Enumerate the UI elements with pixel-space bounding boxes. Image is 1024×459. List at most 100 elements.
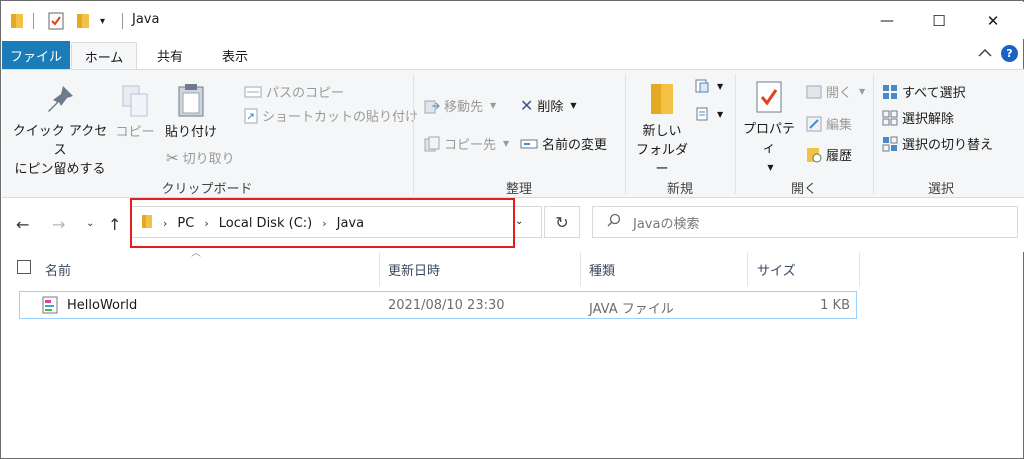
new-item-icon (695, 79, 709, 93)
rename-label: 名前の変更 (542, 138, 608, 153)
address-highlight-box (130, 198, 515, 248)
clipboard-group-label: クリップボード (161, 182, 253, 197)
edit-icon (806, 116, 822, 131)
table-row[interactable]: HelloWorld 2021/08/10 23:30 JAVA ファイル 1 … (19, 291, 857, 319)
file-size: 1 KB (820, 298, 850, 313)
paste-shortcut-label: ショートカットの貼り付け (262, 110, 419, 125)
select-none-button[interactable]: 選択解除 (882, 108, 954, 127)
organize-group-label: 整理 (505, 182, 532, 197)
delete-x-icon: ✕ (520, 96, 534, 115)
edit-button[interactable]: 編集 (806, 114, 852, 133)
invert-selection-icon (882, 136, 898, 151)
file-type: JAVA ファイル (589, 302, 674, 317)
scissors-icon: ✂ (166, 148, 179, 167)
select-all-button[interactable]: すべて選択 (882, 82, 966, 101)
paste-button[interactable]: 貼り付け (162, 82, 220, 142)
new-group-label: 新規 (666, 182, 693, 197)
delete-button[interactable]: ✕ 削除 ▼ (520, 96, 577, 115)
file-name: HelloWorld (67, 298, 138, 313)
search-input[interactable]: Javaの検索 (592, 206, 1018, 238)
select-all-checkbox[interactable] (17, 260, 31, 274)
search-icon (607, 213, 621, 231)
title-bar: ▾ Java — ☐ ✕ (2, 2, 1024, 39)
copy-to-icon (424, 136, 440, 151)
tab-file[interactable]: ファイル (2, 41, 70, 69)
properties-quick-icon[interactable] (48, 11, 64, 31)
properties-label: プロパティ (742, 122, 795, 156)
easy-access-button[interactable]: ▼ (694, 106, 723, 122)
explorer-window: ▾ Java — ☐ ✕ ファイル ホーム 共有 表示 ? クイック アクセス … (0, 0, 1024, 459)
history-button[interactable]: 履歴 (806, 145, 852, 164)
pin-icon (48, 86, 73, 112)
select-group-label: 選択 (927, 182, 954, 197)
copy-to-label: コピー先 (444, 138, 497, 153)
copy-path-icon (244, 86, 262, 97)
properties-button[interactable]: プロパティ ▼ (738, 80, 800, 177)
easy-access-icon (696, 107, 708, 121)
cut-label: 切り取り (182, 152, 235, 167)
new-folder-button[interactable]: 新しい フォルダー (632, 80, 692, 179)
tab-home[interactable]: ホーム (71, 42, 137, 70)
move-to-label: 移動先 (444, 100, 484, 115)
sort-indicator-icon: ︿ (191, 248, 201, 259)
move-to-icon (424, 100, 440, 113)
minimize-button[interactable]: — (864, 2, 910, 39)
paste-shortcut-button[interactable]: ショートカットの貼り付け (244, 106, 418, 125)
delete-label: 削除 (537, 100, 564, 115)
select-none-label: 選択解除 (902, 112, 955, 127)
new-item-button[interactable]: ▼ (694, 78, 723, 94)
rename-button[interactable]: 名前の変更 (520, 134, 607, 153)
pin-label-line2: にピン留めする (14, 162, 106, 177)
column-header-type[interactable]: 種類 (589, 252, 615, 286)
copy-to-button[interactable]: コピー先 ▼ (424, 134, 509, 153)
ribbon: クイック アクセス にピン留めする コピー 貼り付け パスのコピー ショートカッ… (2, 69, 1024, 198)
collapse-ribbon-icon[interactable] (978, 47, 992, 61)
java-file-icon (42, 296, 58, 318)
paste-icon (178, 84, 204, 117)
select-all-label: すべて選択 (902, 86, 966, 101)
quick-access-dropdown-icon[interactable]: ▾ (100, 11, 105, 31)
column-header-size[interactable]: サイズ (757, 252, 796, 286)
file-modified: 2021/08/10 23:30 (388, 298, 505, 313)
new-folder-label-line1: 新しい (642, 124, 682, 139)
invert-selection-label: 選択の切り替え (902, 138, 994, 153)
rename-icon (520, 139, 538, 148)
copy-button[interactable]: コピー (114, 84, 156, 142)
new-folder-label-line2: フォルダー (635, 143, 688, 177)
open-button[interactable]: 開く ▼ (806, 82, 865, 101)
recent-locations-chevron-icon[interactable]: ⌄ (86, 218, 94, 229)
copy-path-button[interactable]: パスのコピー (244, 82, 344, 101)
refresh-icon[interactable]: ↻ (544, 206, 580, 238)
open-label: 開く (826, 86, 853, 101)
pin-quick-access-button[interactable]: クイック アクセス にピン留めする (10, 84, 110, 179)
history-icon (807, 147, 822, 162)
folder-icon (10, 11, 24, 31)
maximize-button[interactable]: ☐ (916, 2, 962, 39)
copy-path-label: パスのコピー (266, 86, 345, 101)
address-dropdown-icon[interactable]: ⌄ (515, 216, 523, 227)
history-label: 履歴 (826, 149, 853, 164)
window-title: Java (132, 12, 160, 27)
forward-arrow-icon[interactable]: → (52, 215, 65, 234)
select-none-icon (882, 110, 898, 125)
ribbon-tabs: ファイル ホーム 共有 表示 ? (2, 39, 1024, 70)
paste-label: 貼り付け (164, 125, 217, 140)
tab-share[interactable]: 共有 (140, 42, 200, 69)
up-arrow-icon[interactable]: ↑ (108, 215, 121, 234)
move-to-button[interactable]: 移動先 ▼ (424, 96, 496, 115)
open-group-label: 開く (790, 182, 817, 197)
close-button[interactable]: ✕ (970, 2, 1016, 39)
invert-selection-button[interactable]: 選択の切り替え (882, 134, 993, 153)
column-header-name[interactable]: 名前 (45, 252, 71, 286)
help-icon[interactable]: ? (1001, 45, 1018, 62)
properties-icon (756, 81, 782, 113)
back-arrow-icon[interactable]: ← (16, 215, 29, 234)
new-folder-quick-icon[interactable] (76, 11, 90, 31)
column-header-modified[interactable]: 更新日時 (388, 252, 440, 286)
edit-label: 編集 (826, 118, 853, 133)
select-all-icon (883, 84, 897, 99)
cut-button[interactable]: ✂ 切り取り (166, 148, 235, 168)
navigation-bar: ← → ⌄ ↑ › PC › Local Disk (C:) › Java ⌄ … (2, 198, 1024, 252)
shortcut-icon (244, 108, 258, 123)
tab-view[interactable]: 表示 (205, 42, 265, 69)
